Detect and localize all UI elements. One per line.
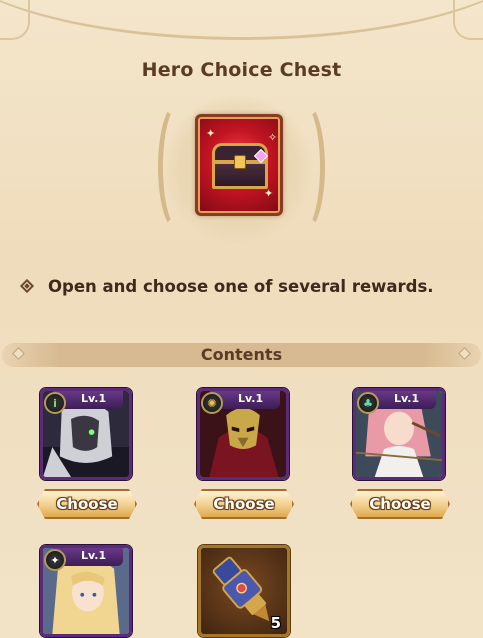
item-card[interactable]: 5 bbox=[198, 545, 290, 637]
contents-header: Contents bbox=[2, 343, 481, 367]
treasure-chest-icon bbox=[212, 143, 269, 191]
choose-button[interactable]: Choose bbox=[194, 489, 294, 519]
lightbearer-faction-icon: ⅰ bbox=[44, 392, 66, 414]
hero-card[interactable]: Lv.1 ♣ bbox=[353, 388, 445, 480]
item-count: 5 bbox=[270, 614, 281, 632]
choose-button[interactable]: Choose bbox=[37, 489, 137, 519]
wilder-faction-icon: ♣ bbox=[357, 392, 379, 414]
top-frame-arc bbox=[0, 0, 483, 40]
sparkle-icon: ✦ bbox=[206, 127, 216, 140]
chest-info-panel: Hero Choice Chest ✦ ✦ ✧ Open and choose … bbox=[0, 0, 483, 638]
graveborn-faction-icon: ✺ bbox=[201, 392, 223, 414]
celestial-faction-icon: ✦ bbox=[44, 549, 66, 571]
hero-card[interactable]: Lv.1 ⅰ bbox=[40, 388, 132, 480]
contents-title: Contents bbox=[200, 345, 283, 364]
decor-arc-left bbox=[158, 102, 198, 232]
description-text: Open and choose one of several rewards. bbox=[48, 276, 434, 296]
sparkle-icon: ✧ bbox=[268, 131, 278, 144]
description-row: Open and choose one of several rewards. bbox=[18, 274, 458, 298]
hero-card[interactable]: Lv.1 ✺ bbox=[197, 388, 289, 480]
diamond-bullet-icon bbox=[19, 278, 35, 294]
sparkle-icon: ✦ bbox=[264, 187, 274, 200]
panel-title: Hero Choice Chest bbox=[141, 59, 342, 81]
frame-corner-right bbox=[453, 0, 483, 40]
decor-arc-right bbox=[285, 102, 325, 232]
frame-corner-left bbox=[0, 0, 30, 40]
choose-button[interactable]: Choose bbox=[350, 489, 450, 519]
hero-card[interactable]: Lv.1 ✦ bbox=[40, 545, 132, 637]
chest-icon-frame: ✦ ✦ ✧ bbox=[195, 114, 283, 216]
